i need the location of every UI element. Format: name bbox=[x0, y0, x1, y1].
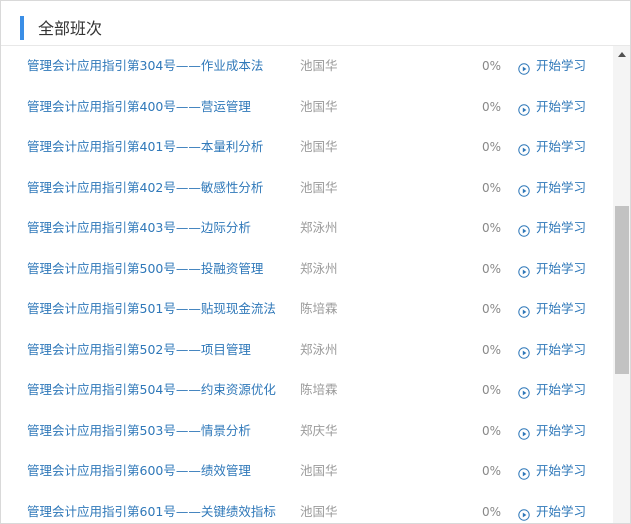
play-circle-icon bbox=[518, 384, 530, 399]
course-row: 管理会计应用指引第400号——营运管理 池国华 0% 开始学习 bbox=[1, 87, 613, 127]
start-learning-label: 开始学习 bbox=[536, 98, 587, 114]
play-circle-icon bbox=[518, 465, 530, 480]
course-progress: 0% bbox=[481, 59, 501, 73]
course-teacher: 陈培霖 bbox=[300, 382, 338, 397]
course-teacher: 池国华 bbox=[300, 98, 338, 114]
course-teacher: 池国华 bbox=[300, 463, 338, 478]
start-learning-label: 开始学习 bbox=[536, 382, 587, 397]
course-progress: 0% bbox=[481, 342, 501, 357]
course-row: 管理会计应用指引第500号——投融资管理 郑泳州 0% 开始学习 bbox=[1, 249, 613, 289]
start-learning-label: 开始学习 bbox=[536, 341, 587, 357]
course-row: 管理会计应用指引第502号——项目管理 郑泳州 0% 开始学习 bbox=[1, 330, 613, 370]
play-circle-icon bbox=[518, 60, 530, 75]
course-progress: 0% bbox=[481, 140, 501, 154]
course-name-link[interactable]: 管理会计应用指引第401号——本量利分析 bbox=[27, 138, 263, 156]
header-accent-bar bbox=[20, 16, 24, 40]
start-learning-label: 开始学习 bbox=[536, 179, 587, 195]
course-list-panel: 全部班次 管理会计应用指引第304号——作业成本法 池国华 0% 开始学习 管理会计应用… bbox=[0, 0, 631, 524]
course-row: 管理会计应用指引第304号——作业成本法 池国华 0% 开始学习 bbox=[1, 46, 613, 86]
course-teacher: 陈培霖 bbox=[300, 301, 338, 316]
course-name-link[interactable]: 管理会计应用指引第304号——作业成本法 bbox=[27, 57, 263, 75]
course-teacher: 池国华 bbox=[300, 179, 338, 195]
course-name-link[interactable]: 管理会计应用指引第403号——边际分析 bbox=[27, 219, 251, 237]
play-circle-icon bbox=[518, 141, 530, 156]
play-circle-icon bbox=[518, 303, 530, 318]
start-learning-label: 开始学习 bbox=[536, 503, 587, 519]
course-progress: 0% bbox=[481, 180, 501, 195]
start-learning-label: 开始学习 bbox=[536, 58, 587, 73]
course-name-link[interactable]: 管理会计应用指引第402号——敏感性分析 bbox=[27, 179, 263, 197]
start-learning-label: 开始学习 bbox=[536, 220, 587, 235]
course-row: 管理会计应用指引第600号——绩效管理 池国华 0% 开始学习 bbox=[1, 451, 613, 491]
course-row: 管理会计应用指引第402号——敏感性分析 池国华 0% 开始学习 bbox=[1, 168, 613, 208]
course-teacher: 池国华 bbox=[300, 58, 338, 73]
start-learning-button[interactable]: 开始学习 bbox=[518, 258, 586, 280]
start-learning-label: 开始学习 bbox=[536, 463, 587, 478]
course-progress: 0% bbox=[481, 99, 501, 114]
course-progress: 0% bbox=[481, 261, 501, 276]
course-name-link[interactable]: 管理会计应用指引第502号——项目管理 bbox=[27, 341, 251, 359]
panel-title: 全部班次 bbox=[38, 19, 103, 38]
start-learning-button[interactable]: 开始学习 bbox=[518, 96, 586, 118]
course-row: 管理会计应用指引第503号——情景分析 郑庆华 0% 开始学习 bbox=[1, 411, 613, 451]
panel-header: 全部班次 bbox=[1, 1, 630, 46]
course-name-link[interactable]: 管理会计应用指引第600号——绩效管理 bbox=[27, 462, 251, 480]
play-circle-icon bbox=[518, 425, 530, 440]
course-progress: 0% bbox=[481, 423, 501, 438]
course-name-link[interactable]: 管理会计应用指引第501号——贴现现金流法 bbox=[27, 300, 276, 318]
start-learning-button[interactable]: 开始学习 bbox=[518, 55, 586, 77]
start-learning-button[interactable]: 开始学习 bbox=[518, 501, 586, 523]
course-row: 管理会计应用指引第403号——边际分析 郑泳州 0% 开始学习 bbox=[1, 208, 613, 248]
start-learning-button[interactable]: 开始学习 bbox=[518, 217, 586, 239]
course-progress: 0% bbox=[481, 221, 501, 235]
course-progress: 0% bbox=[481, 302, 501, 316]
play-circle-icon bbox=[518, 101, 530, 116]
start-learning-label: 开始学习 bbox=[536, 301, 587, 316]
start-learning-button[interactable]: 开始学习 bbox=[518, 460, 586, 482]
course-name-link[interactable]: 管理会计应用指引第400号——营运管理 bbox=[27, 98, 251, 116]
scrollbar-thumb[interactable] bbox=[615, 206, 629, 374]
course-progress: 0% bbox=[481, 383, 501, 397]
play-circle-icon bbox=[518, 263, 530, 278]
course-progress: 0% bbox=[481, 464, 501, 478]
start-learning-label: 开始学习 bbox=[536, 422, 587, 438]
course-teacher: 郑泳州 bbox=[300, 341, 338, 357]
course-teacher: 池国华 bbox=[300, 503, 338, 519]
course-teacher: 池国华 bbox=[300, 139, 338, 154]
course-row: 管理会计应用指引第501号——贴现现金流法 陈培霖 0% 开始学习 bbox=[1, 289, 613, 329]
play-circle-icon bbox=[518, 506, 530, 521]
course-name-link[interactable]: 管理会计应用指引第601号——关键绩效指标 bbox=[27, 503, 276, 521]
play-circle-icon bbox=[518, 182, 530, 197]
play-circle-icon bbox=[518, 222, 530, 237]
course-teacher: 郑泳州 bbox=[300, 220, 338, 235]
scroll-up-arrow-icon[interactable] bbox=[613, 46, 630, 63]
start-learning-button[interactable]: 开始学习 bbox=[518, 136, 586, 158]
course-name-link[interactable]: 管理会计应用指引第500号——投融资管理 bbox=[27, 260, 263, 278]
start-learning-button[interactable]: 开始学习 bbox=[518, 177, 586, 199]
course-row: 管理会计应用指引第601号——关键绩效指标 池国华 0% 开始学习 bbox=[1, 492, 613, 524]
course-progress: 0% bbox=[481, 504, 501, 519]
course-row: 管理会计应用指引第504号——约束资源优化 陈培霖 0% 开始学习 bbox=[1, 370, 613, 410]
course-list: 管理会计应用指引第304号——作业成本法 池国华 0% 开始学习 管理会计应用指引第40… bbox=[1, 46, 613, 523]
start-learning-button[interactable]: 开始学习 bbox=[518, 379, 586, 401]
start-learning-button[interactable]: 开始学习 bbox=[518, 298, 586, 320]
vertical-scrollbar[interactable] bbox=[613, 46, 630, 523]
play-circle-icon bbox=[518, 344, 530, 359]
course-name-link[interactable]: 管理会计应用指引第503号——情景分析 bbox=[27, 422, 251, 440]
course-teacher: 郑泳州 bbox=[300, 260, 338, 276]
course-teacher: 郑庆华 bbox=[300, 422, 338, 438]
course-name-link[interactable]: 管理会计应用指引第504号——约束资源优化 bbox=[27, 381, 276, 399]
start-learning-label: 开始学习 bbox=[536, 260, 587, 276]
course-row: 管理会计应用指引第401号——本量利分析 池国华 0% 开始学习 bbox=[1, 127, 613, 167]
start-learning-button[interactable]: 开始学习 bbox=[518, 339, 586, 361]
start-learning-label: 开始学习 bbox=[536, 139, 587, 154]
start-learning-button[interactable]: 开始学习 bbox=[518, 420, 586, 442]
